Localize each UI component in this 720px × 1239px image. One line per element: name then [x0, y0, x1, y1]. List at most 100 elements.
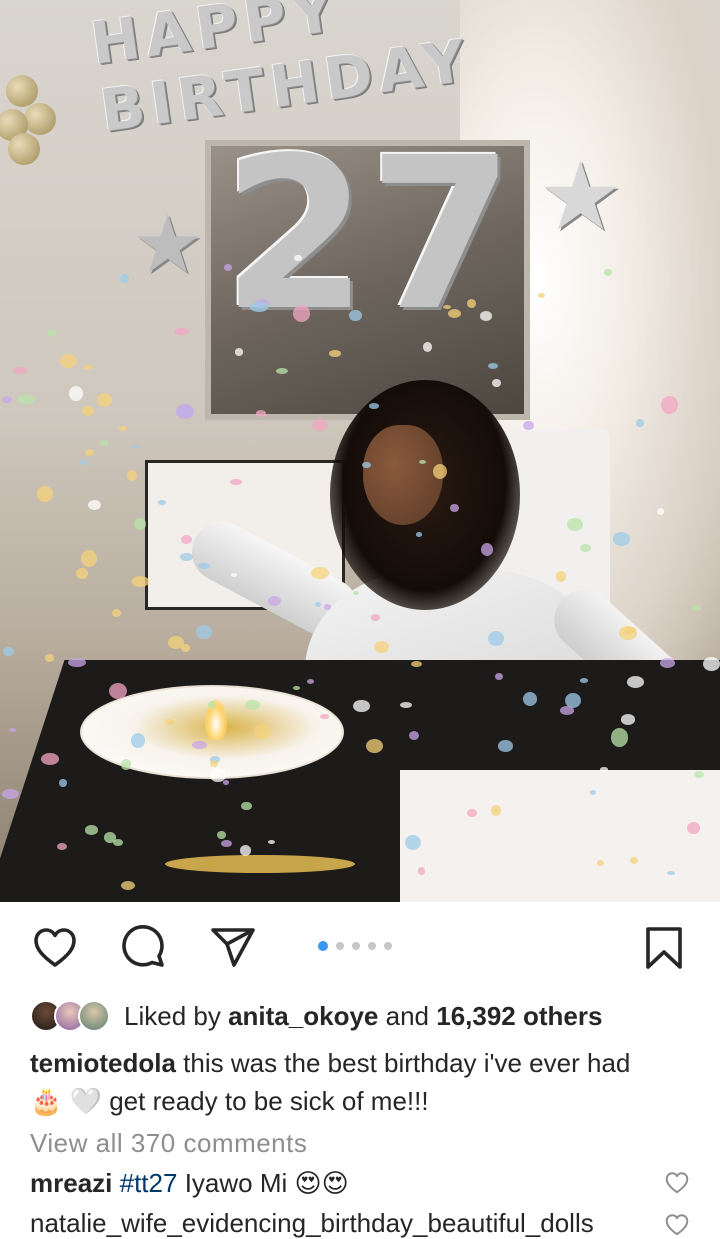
liker-username[interactable]: anita_okoye [228, 1001, 378, 1031]
confetti-piece [85, 825, 98, 835]
likes-prefix: Liked by [124, 1000, 221, 1031]
confetti-piece [660, 396, 679, 414]
confetti-piece [132, 444, 140, 449]
confetti-piece [613, 532, 631, 546]
bookmark-icon[interactable] [640, 924, 688, 972]
liker-avatars[interactable] [30, 1000, 110, 1032]
confetti-piece [158, 499, 166, 506]
confetti-piece [370, 614, 381, 621]
confetti-piece [191, 740, 207, 750]
confetti-piece [2, 788, 19, 799]
confetti-piece [495, 672, 504, 680]
cake-emoji: 🎂 [30, 1087, 63, 1117]
comment-like-heart-icon[interactable] [664, 1170, 690, 1196]
confetti-piece [99, 440, 110, 446]
heart-icon[interactable] [31, 924, 79, 972]
caption-text-2: get ready to be sick of me!!! [109, 1086, 429, 1116]
confetti-piece [589, 789, 597, 795]
confetti-piece [565, 693, 581, 709]
confetti-piece [68, 657, 86, 667]
confetti-piece [250, 302, 268, 312]
confetti-piece [198, 562, 211, 569]
confetti-piece [134, 518, 146, 531]
star-balloon-left: ★ [132, 200, 204, 289]
carousel-dot [318, 941, 328, 951]
confetti-piece [604, 268, 612, 276]
comment-bubble-icon[interactable] [120, 924, 168, 972]
confetti-piece [702, 656, 720, 671]
view-all-comments-link[interactable]: View all 370 comments [30, 1128, 307, 1159]
comment-like-heart-icon[interactable] [664, 1212, 690, 1238]
confetti-piece [2, 395, 12, 404]
confetti-piece [174, 328, 189, 336]
confetti-piece [292, 685, 300, 690]
confetti-piece [404, 834, 421, 851]
confetti-piece [44, 653, 55, 662]
confetti-piece [223, 780, 230, 785]
confetti-piece [368, 402, 380, 409]
confetti-piece [580, 544, 591, 552]
confetti-piece [85, 448, 94, 457]
confetti-piece [231, 573, 238, 577]
comment-username[interactable]: mreazi [30, 1168, 112, 1198]
avatar[interactable] [78, 1000, 110, 1032]
confetti-piece [83, 364, 94, 371]
confetti-piece [466, 809, 478, 817]
confetti-piece [328, 350, 341, 357]
confetti-piece [81, 550, 97, 568]
confetti-piece [255, 410, 267, 417]
confetti-piece [245, 700, 261, 710]
confetti-piece [348, 309, 362, 322]
confetti-piece [449, 503, 459, 512]
confetti-piece [131, 732, 146, 748]
confetti-piece [81, 406, 94, 417]
confetti-piece [626, 676, 645, 688]
confetti-piece [314, 601, 321, 607]
post-photo[interactable]: HAPPY BIRTHDAY ★ ★ 27 [0, 0, 720, 902]
confetti-piece [666, 870, 675, 876]
likes-row[interactable]: Liked by anita_okoye and 16,392 others [30, 996, 602, 1036]
white-heart-emoji: 🤍 [69, 1087, 102, 1117]
star-balloon-right: ★ [538, 144, 624, 250]
confetti-piece [16, 395, 35, 405]
confetti-piece [118, 426, 127, 432]
confetti-piece [555, 571, 567, 582]
comment-text: Iyawo Mi [184, 1168, 288, 1198]
confetti-piece [600, 767, 608, 772]
confetti-piece [660, 657, 676, 668]
confetti-piece [234, 348, 244, 356]
confetti-piece [58, 778, 67, 787]
confetti-piece [209, 768, 226, 782]
face [363, 425, 443, 525]
confetti-piece [492, 378, 501, 388]
carousel-dot [384, 942, 392, 950]
comment-row-2: natalie_wife_evidencing_birthday_beautif… [30, 1208, 594, 1238]
carousel-dot [368, 942, 376, 950]
caption-username[interactable]: temiotedola [30, 1048, 176, 1078]
confetti-piece [36, 486, 54, 502]
likes-text: Liked by anita_okoye and 16,392 others [124, 1001, 602, 1032]
confetti-piece [415, 532, 422, 537]
confetti-piece [120, 880, 136, 891]
paper-plane-icon[interactable] [209, 924, 257, 972]
confetti-piece [176, 403, 194, 420]
confetti-piece [537, 292, 545, 299]
confetti-piece [656, 508, 664, 516]
confetti-piece [566, 517, 584, 532]
caption-text: this was the best birthday i've ever had [183, 1048, 631, 1078]
confetti-piece [307, 679, 315, 684]
gold-balloons [0, 75, 60, 170]
confetti-piece [96, 393, 112, 407]
confetti-piece [579, 678, 588, 683]
tablecloth [400, 770, 720, 902]
comment-row: mreazi #tt27 Iyawo Mi 😍😍 [30, 1168, 349, 1199]
likes-count[interactable]: 16,392 others [436, 1001, 602, 1031]
confetti-piece [132, 576, 150, 587]
confetti-piece [411, 660, 423, 667]
confetti-piece [319, 713, 330, 719]
comment-hashtag[interactable]: #tt27 [120, 1168, 178, 1198]
confetti-piece [241, 801, 252, 811]
confetti-piece [417, 867, 426, 875]
confetti-piece [60, 354, 78, 369]
confetti-piece [487, 630, 504, 646]
